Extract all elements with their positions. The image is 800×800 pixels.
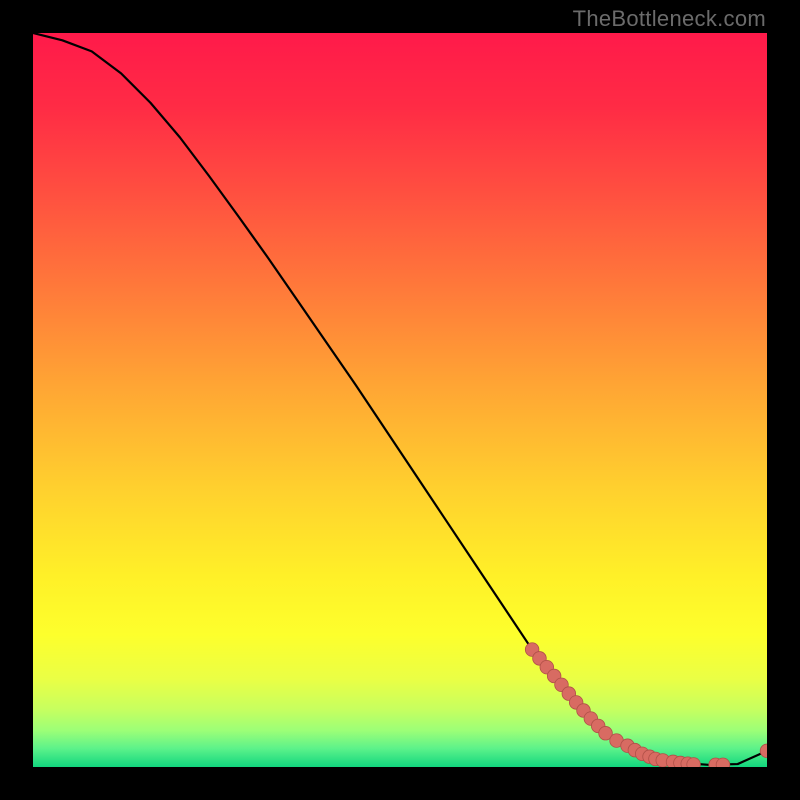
- chart-svg: [33, 33, 767, 767]
- curve-line: [33, 33, 767, 765]
- data-point: [760, 744, 767, 758]
- scatter-markers: [525, 643, 767, 767]
- data-point: [687, 758, 701, 767]
- plot-area: [33, 33, 767, 767]
- chart-stage: TheBottleneck.com: [0, 0, 800, 800]
- watermark-label: TheBottleneck.com: [573, 6, 766, 32]
